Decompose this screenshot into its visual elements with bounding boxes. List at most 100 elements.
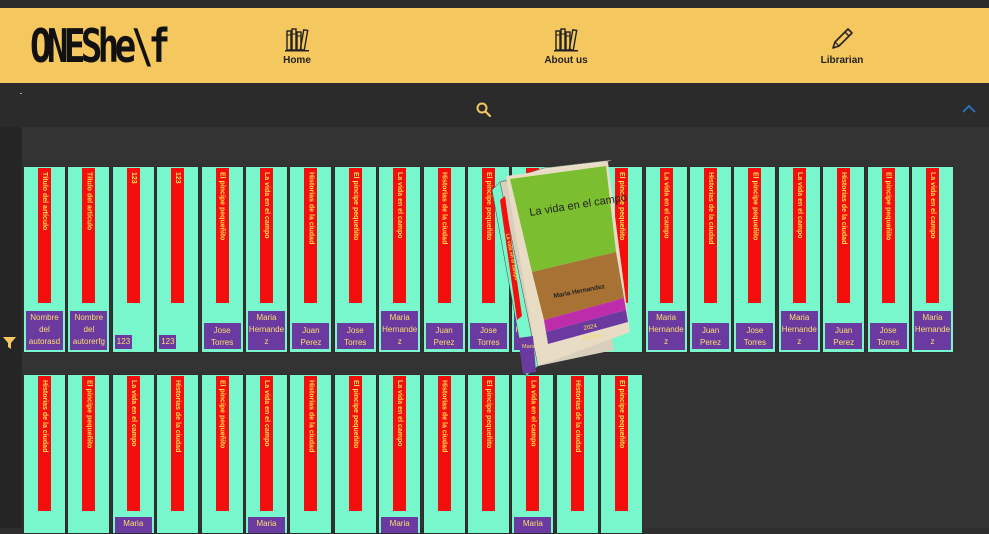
book[interactable]: Historias de la ciudad: [156, 374, 200, 534]
book-title: El pincipe pequeñito: [618, 380, 626, 449]
nav-home[interactable]: Home: [252, 26, 342, 66]
book-spine: Historias de la ciudad: [570, 376, 584, 511]
book-author: Maria Hernande z: [381, 311, 419, 350]
featured-book[interactable]: La vida en el campo Maria Hernande z La …: [492, 160, 632, 380]
book-author: Maria: [514, 517, 552, 533]
book[interactable]: Historias de la ciudad: [289, 374, 333, 534]
book[interactable]: El pincipe pequeñito Jose Torres: [200, 166, 244, 353]
book[interactable]: El pincipe pequeñito Jose Torres: [866, 166, 910, 353]
book-author: Maria: [114, 517, 152, 533]
book[interactable]: 123 123: [156, 166, 200, 353]
book-title: El pincipe pequeñito: [351, 172, 359, 241]
book[interactable]: El pincipe pequeñito: [600, 374, 644, 534]
book-author: 123: [114, 335, 132, 349]
book[interactable]: La vida en el campo Maria: [511, 374, 555, 534]
book[interactable]: La vida en el campo Maria Hernande z: [777, 166, 821, 353]
book-title: 123: [174, 172, 182, 184]
book-title: La vida en el campo: [396, 172, 404, 239]
book-title: La vida en el campo: [263, 380, 270, 447]
book-title: La vida en el campo: [929, 172, 936, 239]
book-spine: 123: [171, 168, 185, 303]
book-title: Título del artículo: [41, 172, 48, 231]
book[interactable]: El pincipe pequeñito: [200, 374, 244, 534]
book[interactable]: Historias de la ciudad: [23, 374, 66, 534]
logo[interactable]: ONEShe\f: [30, 18, 170, 74]
book-spine: Título del artículo: [82, 168, 96, 303]
books-icon: [554, 28, 578, 52]
book[interactable]: El pincipe pequeñito: [333, 374, 377, 534]
book-title: La vida en el campo: [396, 380, 404, 447]
book-title: Historias de la ciudad: [440, 172, 448, 245]
book-spine: El pincipe pequeñito: [482, 376, 495, 511]
book[interactable]: El pincipe pequeñito: [467, 374, 510, 534]
book-spine: La vida en el campo: [393, 168, 407, 303]
book-author: Juan Perez: [825, 323, 863, 349]
book[interactable]: La vida en el campo Maria Hernande z: [245, 166, 288, 353]
book[interactable]: La vida en el campo Maria: [378, 374, 422, 534]
book[interactable]: El pincipe pequeñito: [67, 374, 111, 534]
book-spine: La vida en el campo: [526, 376, 540, 511]
book-title: El pincipe pequeñito: [218, 172, 226, 241]
book-title: Historias de la ciudad: [707, 172, 714, 245]
book-title: Historias de la ciudad: [840, 172, 848, 245]
filter-icon[interactable]: [3, 337, 16, 349]
book[interactable]: Título del artículo Nombre del autorerfg: [67, 166, 111, 353]
book[interactable]: La vida en el campo Maria Hernande z: [911, 166, 954, 353]
top-strip: [0, 0, 989, 8]
book-author: Maria Hernande z: [780, 311, 818, 350]
book-author: Juan Perez: [692, 323, 729, 349]
book[interactable]: Historias de la ciudad Juan Perez: [289, 166, 333, 353]
book-title: El pincipe pequeñito: [485, 380, 492, 449]
book-author: Jose Torres: [736, 323, 774, 349]
nav-librarian[interactable]: Librarian: [797, 26, 887, 66]
book-spine: La vida en el campo: [393, 376, 407, 511]
book-spine: Historias de la ciudad: [304, 376, 318, 511]
book-spine: Historias de la ciudad: [38, 376, 51, 511]
nav-label: Librarian: [820, 55, 864, 66]
book[interactable]: La vida en el campo Maria Hernande z: [378, 166, 422, 353]
search-bar: [0, 83, 989, 127]
book-title: La vida en el campo: [795, 172, 803, 239]
book[interactable]: 123 123: [111, 166, 155, 353]
nav-about-us[interactable]: About us: [521, 26, 611, 66]
book[interactable]: El pincipe pequeñito Jose Torres: [733, 166, 777, 353]
book-title: Historias de la ciudad: [573, 380, 581, 453]
book-spine: El pincipe pequeñito: [881, 168, 895, 303]
book-author: Jose Torres: [203, 323, 241, 349]
book[interactable]: Historias de la ciudad Juan Perez: [689, 166, 732, 353]
book-author: Maria: [248, 517, 285, 533]
search-icon[interactable]: [476, 102, 491, 117]
book-spine: El pincipe pequeñito: [615, 376, 629, 511]
book-title: Historias de la ciudad: [440, 380, 448, 453]
book-spine: La vida en el campo: [926, 168, 939, 303]
book[interactable]: La vida en el campo Maria Hernande z: [644, 166, 688, 353]
filter-sidebar: [0, 127, 22, 528]
book[interactable]: Historias de la ciudad Juan Perez: [822, 166, 866, 353]
pencil-icon: [832, 28, 853, 49]
book-title: El pincipe pequeñito: [884, 172, 892, 241]
book[interactable]: La vida en el campo Maria: [245, 374, 288, 534]
book-title: El pincipe pequeñito: [485, 172, 492, 241]
book[interactable]: Historias de la ciudad: [555, 374, 599, 534]
book-title: La vida en el campo: [529, 380, 537, 447]
book[interactable]: La vida en el campo Maria: [111, 374, 155, 534]
book[interactable]: Título del artículo Nombre del autorasd: [23, 166, 66, 353]
book[interactable]: Historias de la ciudad Juan Perez: [422, 166, 466, 353]
nav-label: About us: [544, 55, 588, 66]
chevron-up-icon[interactable]: [962, 104, 976, 113]
book-title: Historias de la ciudad: [307, 380, 315, 453]
divider: [20, 93, 22, 94]
book-spine: El pincipe pequeñito: [348, 168, 362, 303]
book-author: Jose Torres: [336, 323, 374, 349]
book-spine: La vida en el campo: [792, 168, 806, 303]
book-spine: Historias de la ciudad: [837, 168, 851, 303]
book-author: Maria Hernande z: [914, 311, 951, 350]
book[interactable]: Historias de la ciudad: [422, 374, 466, 534]
book-spine: El pincipe pequeñito: [82, 376, 96, 511]
book-spine: El pincipe pequeñito: [215, 376, 229, 511]
book-spine: Historias de la ciudad: [704, 168, 717, 303]
book[interactable]: El pincipe pequeñito Jose Torres: [333, 166, 377, 353]
book-spine: 123: [126, 168, 140, 303]
book-title: Historias de la ciudad: [41, 380, 48, 453]
book-author: Maria Hernande z: [248, 311, 285, 350]
